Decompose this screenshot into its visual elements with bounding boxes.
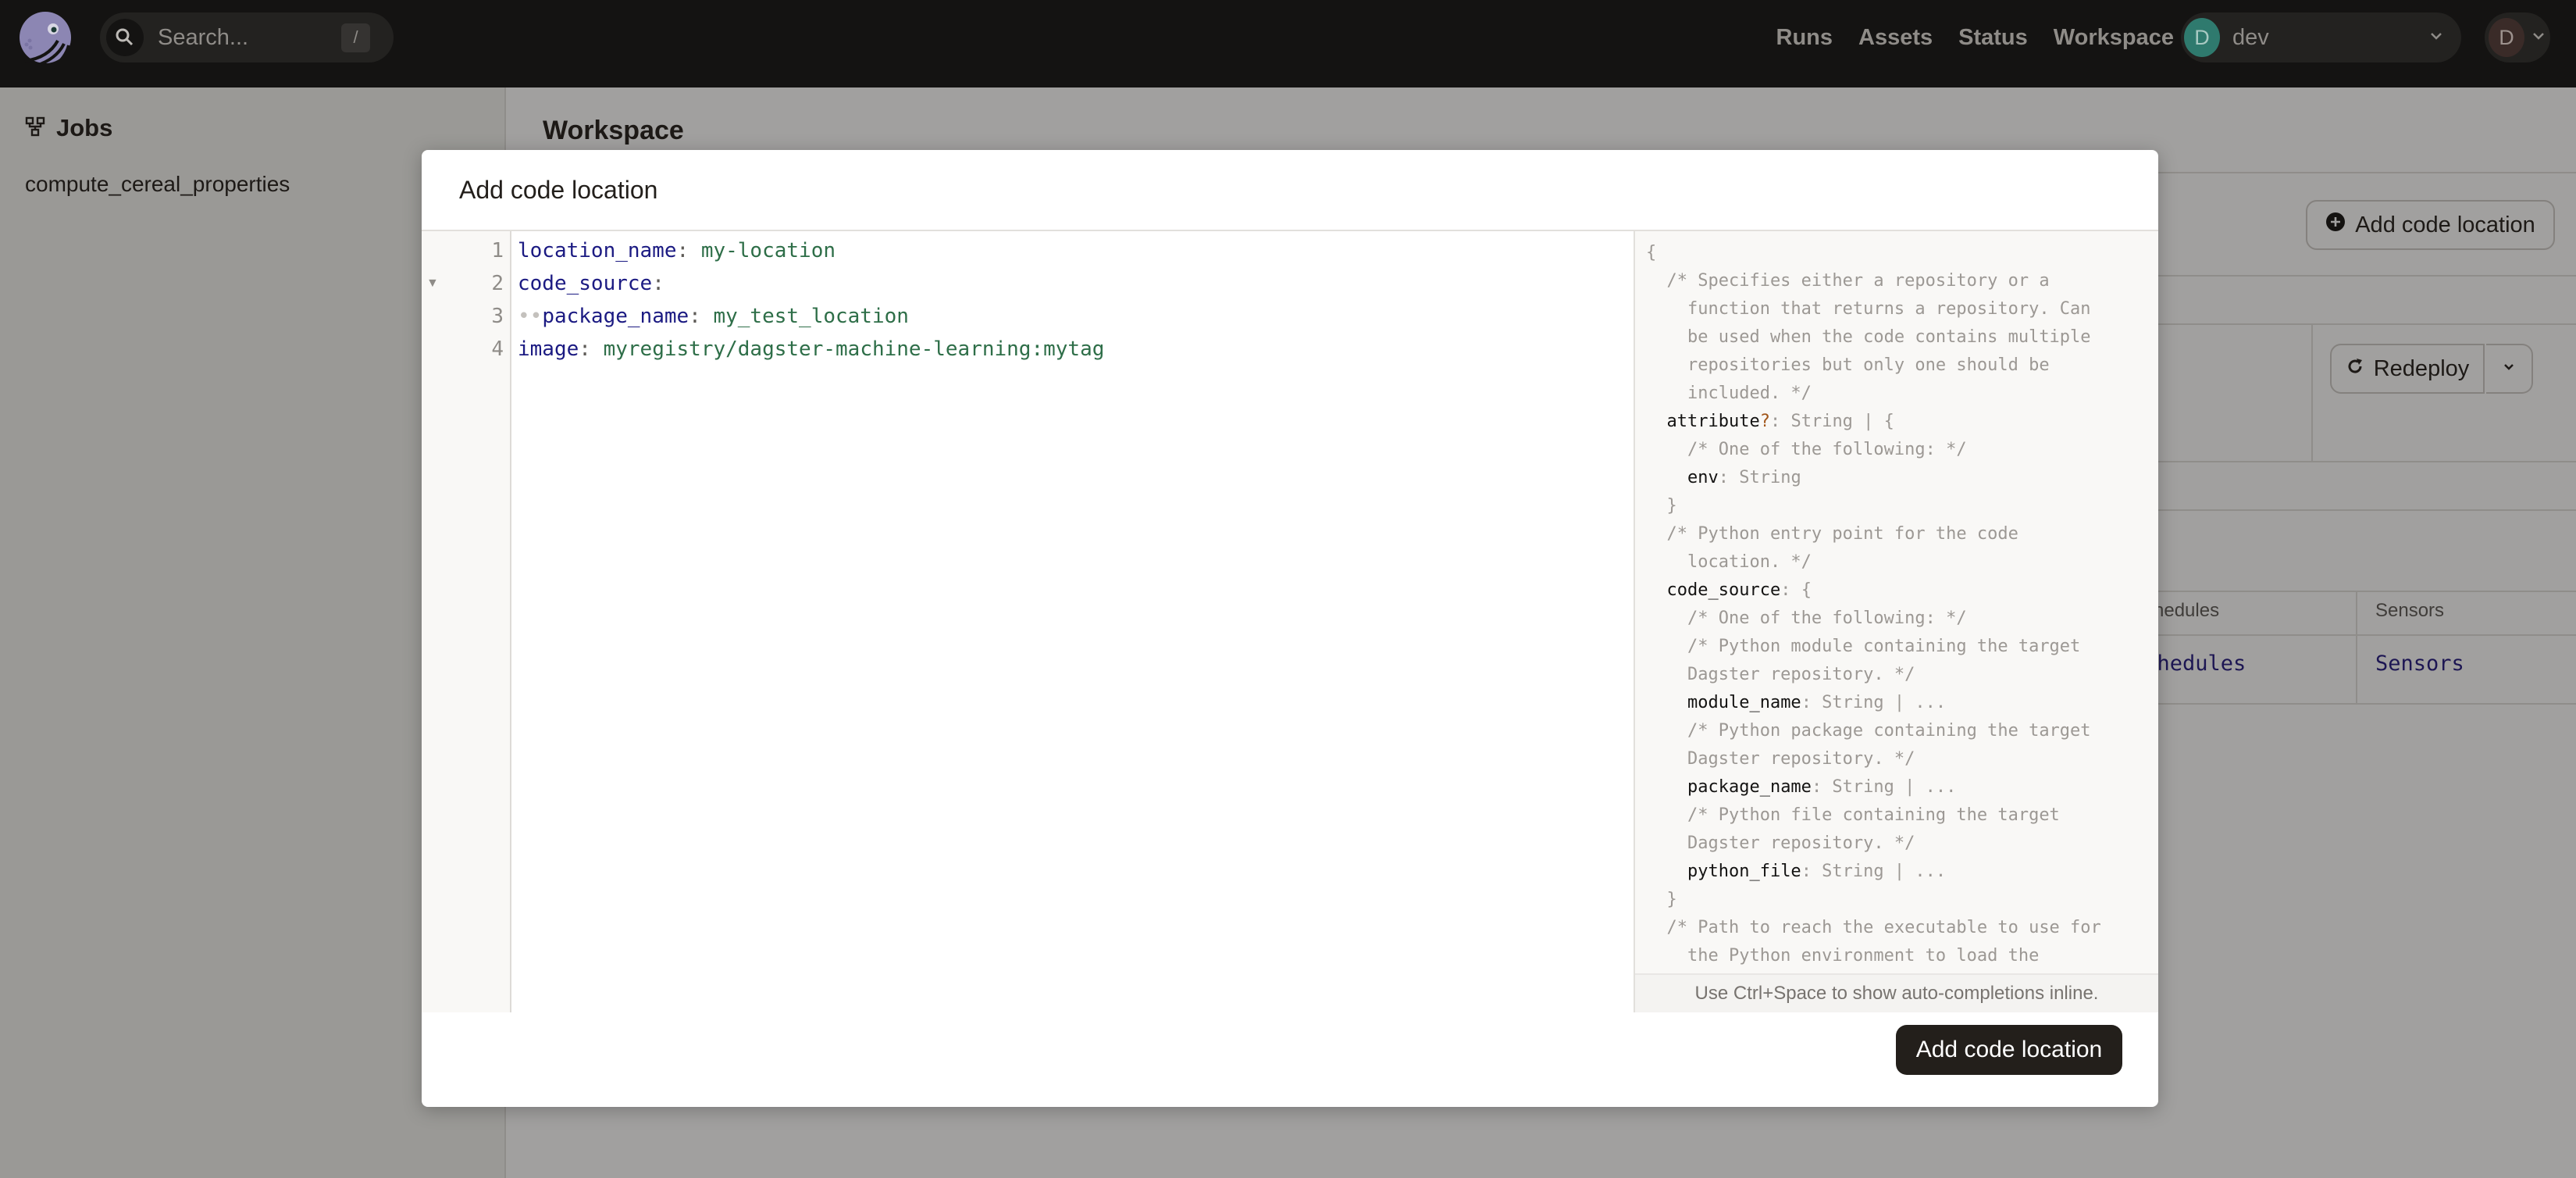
schema-line: function that returns a repository. Can — [1646, 299, 2091, 319]
schema-line: attribute?: String | { — [1666, 412, 1894, 431]
line-number: 1 — [491, 239, 504, 262]
dialog-body: 1 ▼ 2 3 4 location_name: my-location cod… — [422, 231, 2158, 1012]
schema-line: /* Python module containing the target — [1646, 637, 2081, 656]
code-line: image: myregistry/dagster-machine-learni… — [518, 337, 1105, 361]
submit-add-code-location-button[interactable]: Add code location — [1896, 1025, 2122, 1075]
yaml-key: code_source — [518, 272, 653, 295]
schema-line: Dagster repository. */ — [1646, 749, 1915, 769]
yaml-value: myregistry/dagster-machine-learning:myta… — [603, 337, 1105, 361]
search-bar[interactable]: Search... / — [100, 12, 394, 62]
schema-line: { — [1646, 243, 1657, 262]
nav-link-workspace[interactable]: Workspace — [2054, 25, 2174, 51]
schema-line: env: String — [1687, 468, 1801, 487]
schema-line: /* One of the following: */ — [1646, 609, 1967, 628]
user-avatar: D — [2489, 18, 2524, 57]
schema-line: repositories but only one should be — [1646, 355, 2050, 375]
schema-line: /* Python file containing the target — [1646, 805, 2060, 825]
nav-links: Runs Assets Status Workspace — [1776, 0, 2174, 75]
schema-line: /* Python entry point for the code — [1646, 524, 2018, 544]
line-number: 4 — [491, 337, 504, 361]
code-line: location_name: my-location — [518, 239, 836, 262]
schema-line: /* Python package containing the target — [1646, 721, 2091, 741]
schema-line: } — [1646, 496, 1677, 516]
schema-line: code_source: { — [1666, 580, 1812, 600]
code-line: code_source: — [518, 272, 664, 295]
fold-arrow-icon[interactable]: ▼ — [426, 267, 439, 300]
yaml-key: package_name — [542, 305, 689, 328]
dialog-footer: Add code location — [422, 1012, 2158, 1107]
yaml-key: image — [518, 337, 579, 361]
line-number: 3 — [491, 305, 504, 328]
chevron-down-icon — [2531, 30, 2546, 45]
search-icon — [106, 19, 144, 56]
yaml-value: my-location — [700, 239, 836, 262]
schema-line: package_name: String | ... — [1687, 777, 1957, 797]
schema-line: be used when the code contains multiple — [1646, 327, 2091, 347]
yaml-editor[interactable]: 1 ▼ 2 3 4 location_name: my-location cod… — [422, 231, 1634, 1012]
schema-line: included. */ — [1646, 384, 1812, 403]
schema-line: Dagster repository. */ — [1646, 834, 1915, 853]
search-shortcut-key: / — [341, 23, 370, 52]
add-code-location-dialog: Add code location 1 ▼ 2 3 4 location_nam… — [422, 150, 2158, 1107]
line-number: 2 — [491, 272, 504, 295]
user-menu[interactable]: D — [2485, 12, 2550, 62]
deployment-avatar: D — [2184, 18, 2220, 57]
schema-help-panel: { /* Specifies either a repository or a … — [1634, 231, 2158, 1012]
indent-marker: •• — [518, 305, 543, 328]
search-placeholder: Search... — [158, 24, 249, 50]
schema-line: Dagster repository. */ — [1646, 665, 1915, 684]
deployment-name: dev — [2232, 24, 2269, 50]
line-number-gutter: 1 ▼ 2 3 4 — [422, 231, 511, 1012]
yaml-key: location_name — [518, 239, 677, 262]
code-line: ••package_name: my_test_location — [518, 305, 909, 328]
top-nav: Search... / Runs Assets Status Workspace… — [0, 0, 2576, 87]
nav-link-runs[interactable]: Runs — [1776, 25, 1833, 51]
dialog-title: Add code location — [459, 175, 658, 204]
schema-line: the Python environment to load the — [1646, 946, 2040, 966]
yaml-value: my_test_location — [713, 305, 909, 328]
dialog-header: Add code location — [422, 150, 2158, 231]
schema-line: /* One of the following: */ — [1646, 440, 1967, 459]
schema-line: module_name: String | ... — [1687, 693, 1947, 712]
schema-line: } — [1646, 890, 1677, 909]
nav-link-assets[interactable]: Assets — [1858, 25, 1933, 51]
schema-line: python_file: String | ... — [1687, 862, 1947, 881]
schema-documentation[interactable]: { /* Specifies either a repository or a … — [1646, 239, 2152, 972]
schema-line: location. */ — [1646, 552, 1812, 572]
chevron-down-icon — [2428, 30, 2444, 45]
dagster-logo-icon[interactable] — [17, 9, 77, 69]
autocomplete-hint: Use Ctrl+Space to show auto-completions … — [1635, 973, 2158, 1012]
code-area[interactable]: location_name: my-location code_source: … — [511, 231, 1634, 1012]
schema-line: /* Specifies either a repository or a — [1646, 271, 2050, 291]
deployment-switcher[interactable]: D dev — [2181, 12, 2461, 62]
nav-link-status[interactable]: Status — [1958, 25, 2028, 51]
schema-line: /* Path to reach the executable to use f… — [1646, 918, 2101, 937]
